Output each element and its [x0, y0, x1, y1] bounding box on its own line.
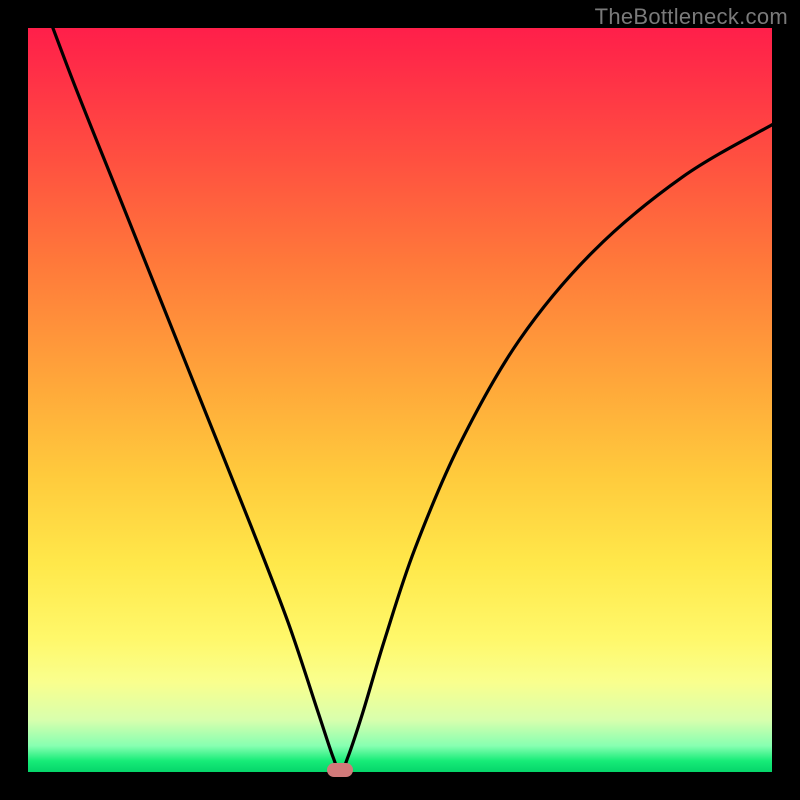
chart-container: TheBottleneck.com [0, 0, 800, 800]
bottleneck-curve [28, 28, 772, 772]
plot-area [28, 28, 772, 772]
optimum-marker [327, 763, 353, 777]
watermark-text: TheBottleneck.com [595, 4, 788, 30]
